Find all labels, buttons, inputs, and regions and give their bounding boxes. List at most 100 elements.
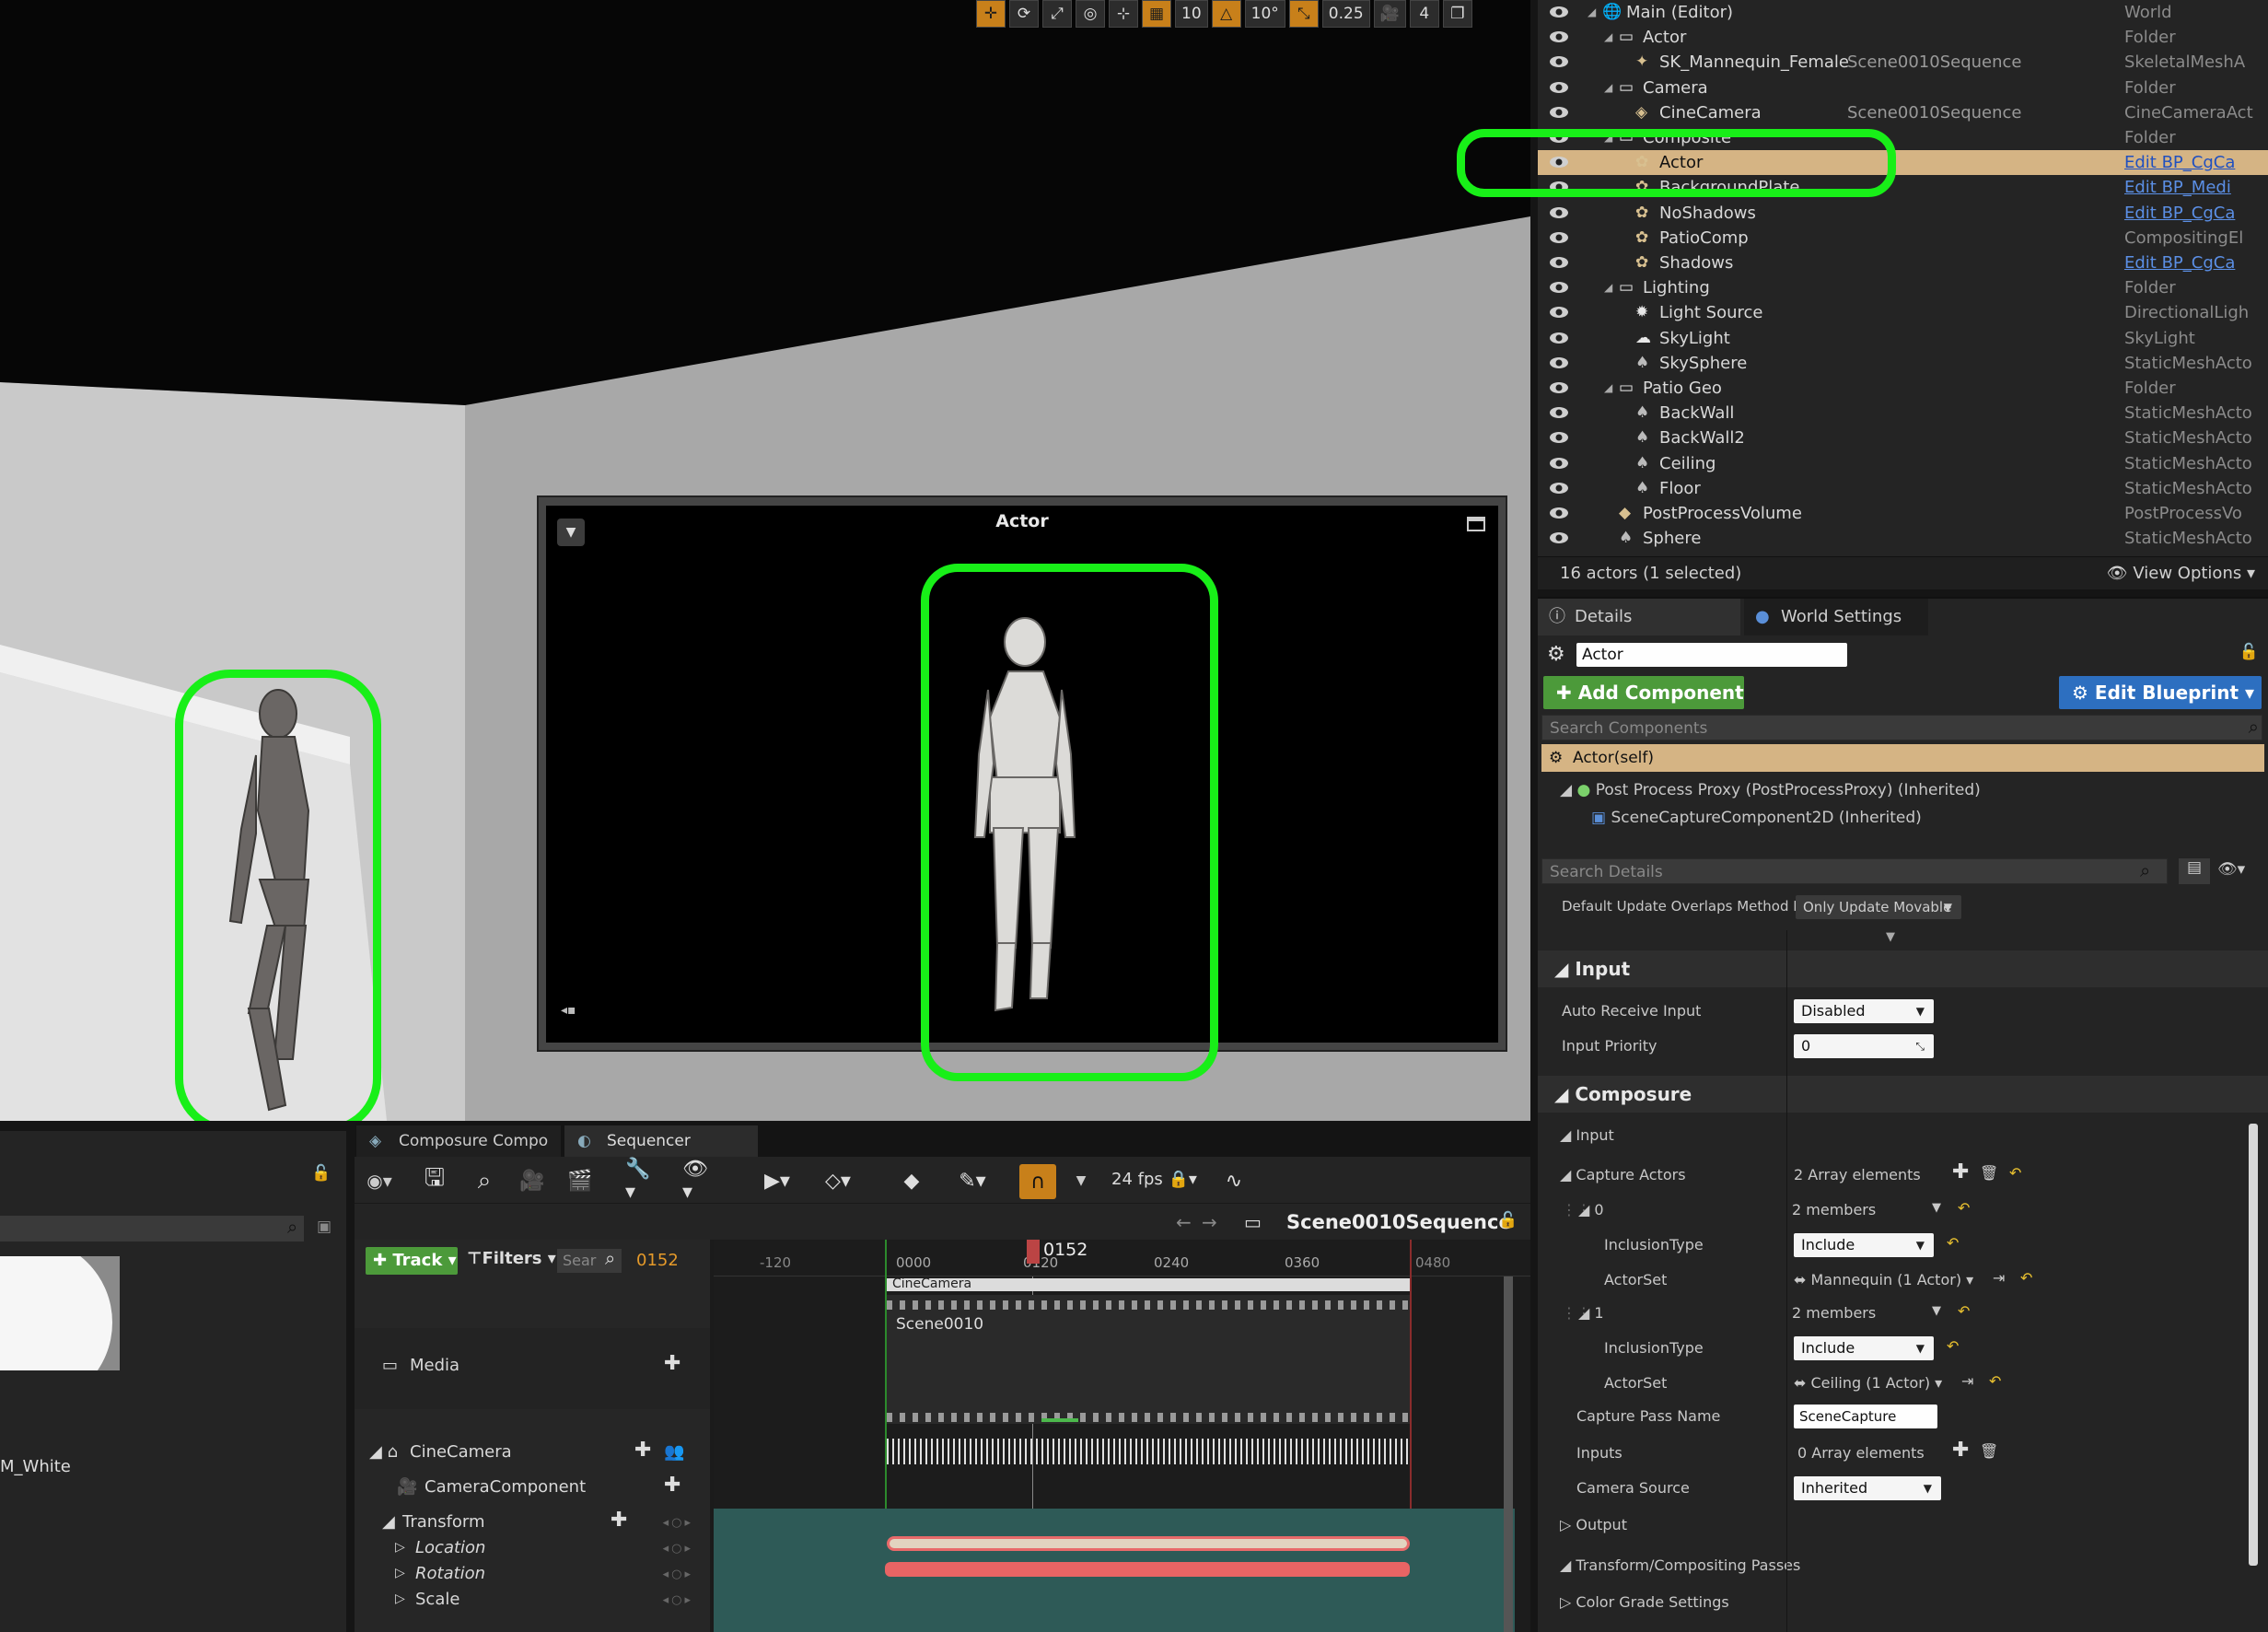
visibility-eye-icon[interactable] xyxy=(1549,79,1569,97)
use-selected-icon[interactable]: ⇥ xyxy=(1993,1269,2005,1287)
use-selected-icon[interactable]: ⇥ xyxy=(1961,1372,1973,1390)
search-components-input[interactable]: Search Components xyxy=(1541,715,2262,740)
filters-button[interactable]: ⊤Filters ▾ xyxy=(467,1249,556,1268)
category-input[interactable]: ◢ Input xyxy=(1538,950,2268,987)
view-options-button[interactable]: 👁 View Options ▾ xyxy=(2107,564,2255,583)
curve-editor-icon[interactable]: ∿ xyxy=(1218,1166,1250,1195)
outliner-row[interactable]: ◢ ▭ Patio Geo Folder xyxy=(1538,376,2268,401)
add-icon[interactable]: ✚ xyxy=(634,1439,651,1462)
location-section[interactable] xyxy=(887,1536,1410,1551)
camera-source-dropdown[interactable]: Inherited ▼ xyxy=(1794,1476,1941,1500)
expand-triangle-icon[interactable]: ◢ xyxy=(1588,0,1596,25)
visibility-eye-icon[interactable] xyxy=(1549,355,1569,372)
actorset-0-picker[interactable]: ⬌ Mannequin (1 Actor) ▾ xyxy=(1794,1271,1973,1288)
visibility-eye-icon[interactable] xyxy=(1549,429,1569,447)
reset-arrow-icon[interactable]: ↶ xyxy=(1958,1302,1970,1320)
edit-blueprint-button[interactable]: ⚙ Edit Blueprint ▾ xyxy=(2059,676,2262,709)
save-icon[interactable]: 🖫 xyxy=(419,1164,450,1195)
delete-icon[interactable]: 🗑 xyxy=(1980,1164,1998,1182)
add-element-icon[interactable]: ✚ xyxy=(1952,1439,1969,1462)
visibility-eye-icon[interactable] xyxy=(1549,29,1569,46)
reset-arrow-icon[interactable]: ↶ xyxy=(2009,1164,2021,1182)
outliner-row[interactable]: ◆ PostProcessVolume PostProcessVo xyxy=(1538,501,2268,526)
visibility-eye-icon[interactable] xyxy=(1549,204,1569,222)
clapper-icon[interactable]: 🎬 xyxy=(564,1166,596,1195)
visibility-eye-icon[interactable]: 👁▾ xyxy=(2217,860,2245,879)
outliner-row[interactable]: ♠ Ceiling StaticMeshActo xyxy=(1538,451,2268,476)
asset-search-input[interactable] xyxy=(0,1216,304,1241)
camera-speed-value[interactable]: 4 xyxy=(1409,0,1439,28)
capture-pass-field[interactable]: SceneCapture xyxy=(1794,1405,1937,1428)
settings-wrench-icon[interactable]: 🔧▾ xyxy=(625,1158,657,1204)
outliner-row[interactable]: ♠ BackWall StaticMeshActo xyxy=(1538,401,2268,425)
outliner-row[interactable]: ♠ Sphere StaticMeshActo xyxy=(1538,526,2268,551)
delete-icon[interactable]: 🗑 xyxy=(1980,1442,1998,1460)
add-track-button[interactable]: ✚ Track ▾ xyxy=(366,1247,458,1275)
spawn-icon[interactable]: 👥 xyxy=(664,1442,684,1462)
outliner-row[interactable]: ◢ 🌐 Main (Editor) World xyxy=(1538,0,2268,25)
track-cinecamera[interactable]: ◢ ⌂ CineCamera ✚ 👥 xyxy=(355,1439,710,1470)
key-icon[interactable]: ◇▾ xyxy=(822,1166,854,1195)
play-options-icon[interactable]: ▶▾ xyxy=(762,1166,793,1195)
rotation-section[interactable] xyxy=(885,1562,1410,1577)
property-matrix-icon[interactable]: ▤ xyxy=(2179,858,2210,884)
add-section-icon[interactable]: ✚ xyxy=(664,1352,680,1375)
update-overlaps-dropdown[interactable]: Only Update Movable ▼ xyxy=(1796,895,1961,919)
edit-blueprint-link[interactable]: Edit BP_Medi xyxy=(2124,175,2231,200)
lock-icon[interactable]: 🔓 xyxy=(311,1164,331,1183)
visibility-eye-icon[interactable] xyxy=(1549,505,1569,522)
media-section[interactable]: Scene0010 xyxy=(887,1295,1410,1424)
expand-triangle-icon[interactable]: ◢ xyxy=(1604,76,1612,100)
item0-chevron-icon[interactable]: ▼ xyxy=(1932,1201,1941,1215)
reset-arrow-icon[interactable]: ↶ xyxy=(1947,1337,1959,1355)
track-location[interactable]: ▷ Location ◂○▸ xyxy=(355,1536,710,1564)
visibility-eye-icon[interactable] xyxy=(1549,330,1569,347)
track-rotation[interactable]: ▷ Rotation ◂○▸ xyxy=(355,1562,710,1590)
outliner-row[interactable]: ♠ SkySphere StaticMeshActo xyxy=(1538,351,2268,376)
add-icon[interactable]: ✚ xyxy=(664,1474,680,1497)
current-frame-field[interactable]: 0152 xyxy=(636,1251,679,1270)
grid-snap-icon[interactable]: ▦ xyxy=(1142,0,1171,28)
search-details-input[interactable]: Search Details xyxy=(1541,858,2168,884)
item1-chevron-icon[interactable]: ▼ xyxy=(1932,1304,1941,1318)
outliner-row[interactable]: ✿ NoShadows Edit BP_CgCa xyxy=(1538,201,2268,226)
snap-options-chevron-icon[interactable]: ▼ xyxy=(1065,1166,1097,1195)
scale-snap-icon[interactable]: ⤡ xyxy=(1288,0,1319,28)
key-nav-icon[interactable]: ◂○▸ xyxy=(663,1542,693,1556)
translate-icon[interactable]: ✛ xyxy=(976,0,1006,28)
edit-blueprint-link[interactable]: Edit BP_CgCa xyxy=(2124,201,2235,226)
edit-blueprint-link[interactable]: Edit BP_CgCa xyxy=(2124,150,2235,175)
surface-snap-icon[interactable]: ⊹ xyxy=(1109,0,1138,28)
row-output[interactable]: ▷ Output xyxy=(1538,1510,2268,1540)
playhead-marker[interactable] xyxy=(1027,1240,1040,1264)
outliner-row[interactable]: ☁ SkyLight SkyLight xyxy=(1538,326,2268,351)
track-camera-component[interactable]: 🎥 CameraComponent ✚ xyxy=(355,1474,710,1505)
outliner-row[interactable]: ◢ ▭ Camera Folder xyxy=(1538,76,2268,100)
level-viewport[interactable]: ✛ ⟳ ⤢ ◎ ⊹ ▦ 10 △ 10° ⤡ 0.25 🎥 4 ❐ Actor … xyxy=(0,0,1530,1121)
auto-receive-input-dropdown[interactable]: Disabled ▼ xyxy=(1794,999,1934,1023)
visibility-eye-icon[interactable] xyxy=(1549,279,1569,297)
outliner-row[interactable]: ✿ Shadows Edit BP_CgCa xyxy=(1538,251,2268,275)
save-search-icon[interactable]: ▣ xyxy=(317,1218,331,1236)
asset-thumbnail[interactable] xyxy=(0,1256,120,1370)
reset-arrow-icon[interactable]: ↶ xyxy=(1958,1199,1970,1217)
add-element-icon[interactable]: ✚ xyxy=(1952,1160,1969,1183)
outliner-row[interactable]: ♠ BackWall2 StaticMeshActo xyxy=(1538,425,2268,450)
row-composure-input[interactable]: ◢ Input xyxy=(1538,1122,2268,1149)
outliner-row[interactable]: ✦ SK_Mannequin_Female Scene0010Sequence Ske… xyxy=(1538,50,2268,75)
expand-triangle-icon[interactable]: ◢ xyxy=(1604,25,1612,50)
fps-dropdown[interactable]: 24 fps 🔒▾ xyxy=(1111,1170,1197,1189)
camera-speed-icon[interactable]: 🎥 xyxy=(1373,0,1406,28)
outliner-row[interactable]: ◈ CineCamera Scene0010Sequence CineCameraAc… xyxy=(1538,100,2268,125)
lock-icon[interactable]: 🔓 xyxy=(2239,643,2259,661)
world-space-icon[interactable]: ◎ xyxy=(1076,0,1105,28)
visibility-eye-icon[interactable] xyxy=(1549,404,1569,422)
visibility-eye-icon[interactable] xyxy=(1549,530,1569,547)
rotation-snap-value[interactable]: 10° xyxy=(1244,0,1285,28)
actorset-1-picker[interactable]: ⬌ Ceiling (1 Actor) ▾ xyxy=(1794,1374,1942,1392)
track-scale[interactable]: ▷ Scale ◂○▸ xyxy=(355,1588,710,1615)
outliner-row[interactable]: ◢ ▭ Actor Folder xyxy=(1538,25,2268,50)
visibility-eye-icon[interactable] xyxy=(1549,104,1569,122)
lock-icon[interactable]: 🔓 xyxy=(1498,1211,1518,1230)
outliner-row[interactable]: ◢ ▭ Lighting Folder xyxy=(1538,275,2268,300)
